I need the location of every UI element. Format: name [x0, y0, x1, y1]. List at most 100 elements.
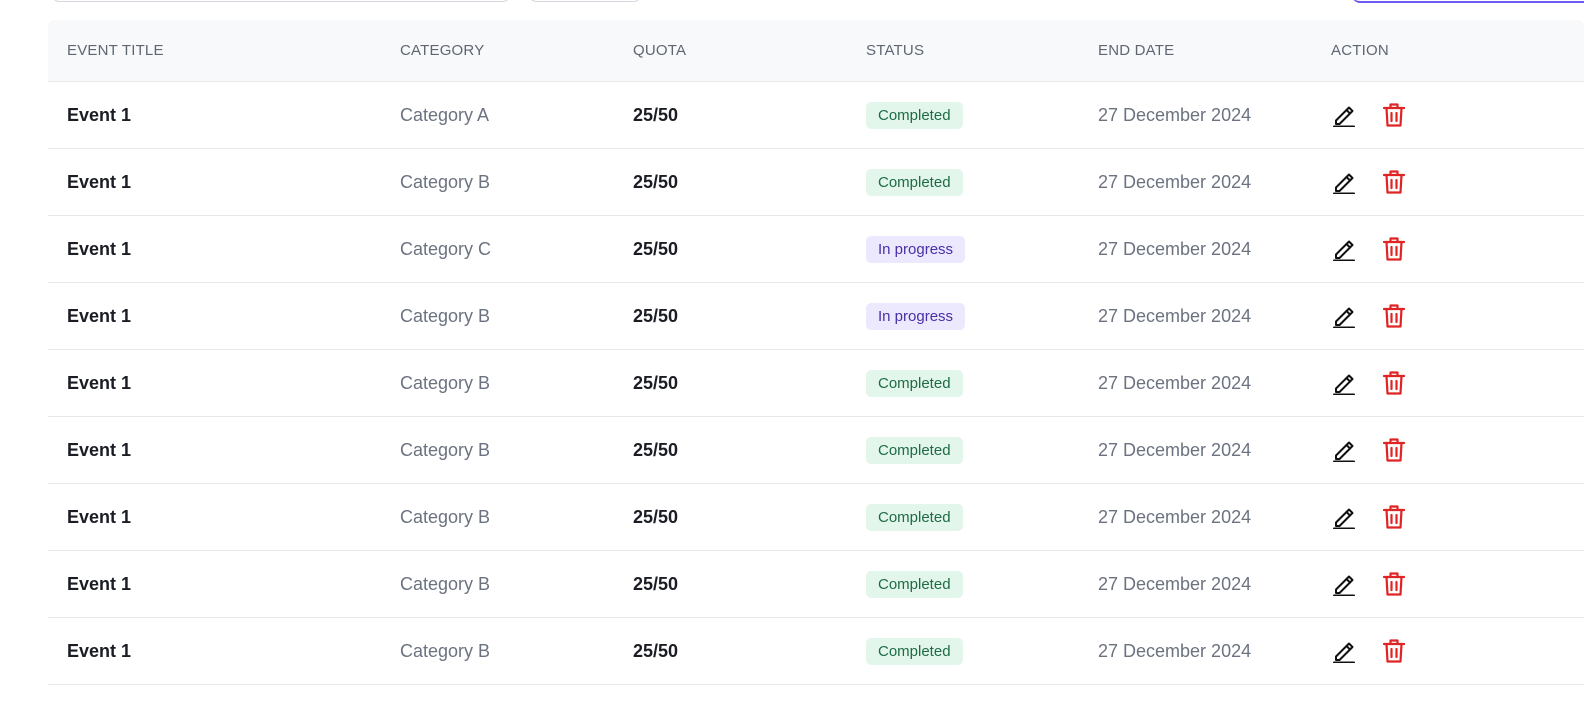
- quota-cell: 25/50: [633, 350, 678, 416]
- pencil-edit-icon[interactable]: [1331, 571, 1357, 597]
- status-badge: Completed: [866, 570, 963, 598]
- status-badge: Completed: [866, 637, 963, 665]
- pencil-edit-icon[interactable]: [1331, 102, 1357, 128]
- end-date-cell: 27 December 2024: [1098, 618, 1251, 684]
- trash-delete-icon[interactable]: [1381, 303, 1407, 329]
- header-event-title: EVENT TITLE: [67, 42, 164, 59]
- status-badge: Completed: [866, 436, 963, 464]
- status-cell: Completed: [866, 618, 963, 684]
- quota-text: 25/50: [633, 439, 679, 460]
- header-category: CATEGORY: [400, 42, 485, 59]
- table-row: Event 1 Category B 25/50 Completed 27 De…: [48, 484, 1584, 551]
- header-quota: QUOTA: [633, 42, 687, 59]
- quota-text: 25/50: [633, 640, 679, 661]
- quota-text: 25/50: [633, 171, 679, 192]
- pencil-edit-icon[interactable]: [1331, 236, 1357, 262]
- table-row: Event 1 Category A 25/50 Completed 27 De…: [48, 82, 1584, 149]
- end-date-text: 27 December 2024: [1098, 439, 1252, 460]
- trash-delete-icon[interactable]: [1381, 571, 1407, 597]
- category-cell: Category A: [400, 82, 489, 148]
- end-date-cell: 27 December 2024: [1098, 216, 1251, 282]
- end-date-text: 27 December 2024: [1098, 372, 1252, 393]
- status-badge: In progress: [866, 302, 966, 330]
- table-row: Event 1 Category B 25/50 Completed 27 De…: [48, 618, 1584, 685]
- filter-button[interactable]: [527, 0, 643, 2]
- event-title-cell: Event 1: [67, 417, 131, 483]
- quota-cell: 25/50: [633, 216, 678, 282]
- category-cell: Category B: [400, 283, 490, 349]
- status-cell: Completed: [866, 551, 963, 617]
- end-date-cell: 27 December 2024: [1098, 350, 1251, 416]
- action-cell: [1331, 149, 1407, 215]
- status-cell: Completed: [866, 149, 963, 215]
- search-input[interactable]: [50, 0, 512, 2]
- category-cell: Category C: [400, 216, 491, 282]
- event-title: Event 1: [67, 305, 132, 326]
- trash-delete-icon[interactable]: [1381, 638, 1407, 664]
- trash-delete-icon[interactable]: [1381, 370, 1407, 396]
- category-text: Category B: [400, 171, 491, 192]
- event-title: Event 1: [67, 372, 132, 393]
- header-action: ACTION: [1331, 42, 1389, 59]
- pencil-edit-icon[interactable]: [1331, 169, 1357, 195]
- quota-text: 25/50: [633, 238, 679, 259]
- pencil-edit-icon[interactable]: [1331, 437, 1357, 463]
- trash-delete-icon[interactable]: [1381, 169, 1407, 195]
- end-date-text: 27 December 2024: [1098, 238, 1252, 259]
- table-row: Event 1 Category B 25/50 Completed 27 De…: [48, 417, 1584, 484]
- category-text: Category B: [400, 439, 491, 460]
- status-cell: Completed: [866, 82, 963, 148]
- quota-text: 25/50: [633, 506, 679, 527]
- category-text: Category B: [400, 506, 491, 527]
- event-title: Event 1: [67, 104, 132, 125]
- category-text: Category C: [400, 238, 492, 259]
- table-row: Event 1 Category B 25/50 Completed 27 De…: [48, 149, 1584, 216]
- action-cell: [1331, 82, 1407, 148]
- action-cell: [1331, 283, 1407, 349]
- quota-text: 25/50: [633, 104, 679, 125]
- quota-cell: 25/50: [633, 417, 678, 483]
- trash-delete-icon[interactable]: [1381, 504, 1407, 530]
- pencil-edit-icon[interactable]: [1331, 370, 1357, 396]
- category-cell: Category B: [400, 417, 490, 483]
- quota-cell: 25/50: [633, 149, 678, 215]
- end-date-cell: 27 December 2024: [1098, 149, 1251, 215]
- status-cell: In progress: [866, 216, 966, 282]
- event-title-cell: Event 1: [67, 149, 131, 215]
- category-text: Category B: [400, 640, 491, 661]
- header-status: STATUS: [866, 42, 925, 59]
- end-date-text: 27 December 2024: [1098, 506, 1252, 527]
- end-date-text: 27 December 2024: [1098, 573, 1252, 594]
- end-date-text: 27 December 2024: [1098, 305, 1252, 326]
- event-title: Event 1: [67, 506, 132, 527]
- category-text: Category B: [400, 372, 491, 393]
- primary-action-button[interactable]: [1352, 0, 1584, 3]
- table-row: Event 1 Category B 25/50 Completed 27 De…: [48, 551, 1584, 618]
- trash-delete-icon[interactable]: [1381, 102, 1407, 128]
- quota-text: 25/50: [633, 573, 679, 594]
- trash-delete-icon[interactable]: [1381, 236, 1407, 262]
- pencil-edit-icon[interactable]: [1331, 303, 1357, 329]
- quota-cell: 25/50: [633, 283, 678, 349]
- quota-cell: 25/50: [633, 82, 678, 148]
- trash-delete-icon[interactable]: [1381, 437, 1407, 463]
- table-body: Event 1 Category A 25/50 Completed 27 De…: [48, 82, 1584, 685]
- status-badge: Completed: [866, 101, 963, 129]
- category-cell: Category B: [400, 350, 490, 416]
- table-row: Event 1 Category B 25/50 In progress 27 …: [48, 283, 1584, 350]
- event-title-cell: Event 1: [67, 216, 131, 282]
- pencil-edit-icon[interactable]: [1331, 504, 1357, 530]
- end-date-cell: 27 December 2024: [1098, 283, 1251, 349]
- table-row: Event 1 Category B 25/50 Completed 27 De…: [48, 350, 1584, 417]
- quota-cell: 25/50: [633, 551, 678, 617]
- status-badge: In progress: [866, 235, 966, 263]
- action-cell: [1331, 484, 1407, 550]
- status-badge: Completed: [866, 503, 963, 531]
- event-title: Event 1: [67, 238, 132, 259]
- end-date-text: 27 December 2024: [1098, 171, 1252, 192]
- event-title-cell: Event 1: [67, 484, 131, 550]
- pencil-edit-icon[interactable]: [1331, 638, 1357, 664]
- event-title-cell: Event 1: [67, 350, 131, 416]
- status-badge: Completed: [866, 168, 963, 196]
- quota-cell: 25/50: [633, 618, 678, 684]
